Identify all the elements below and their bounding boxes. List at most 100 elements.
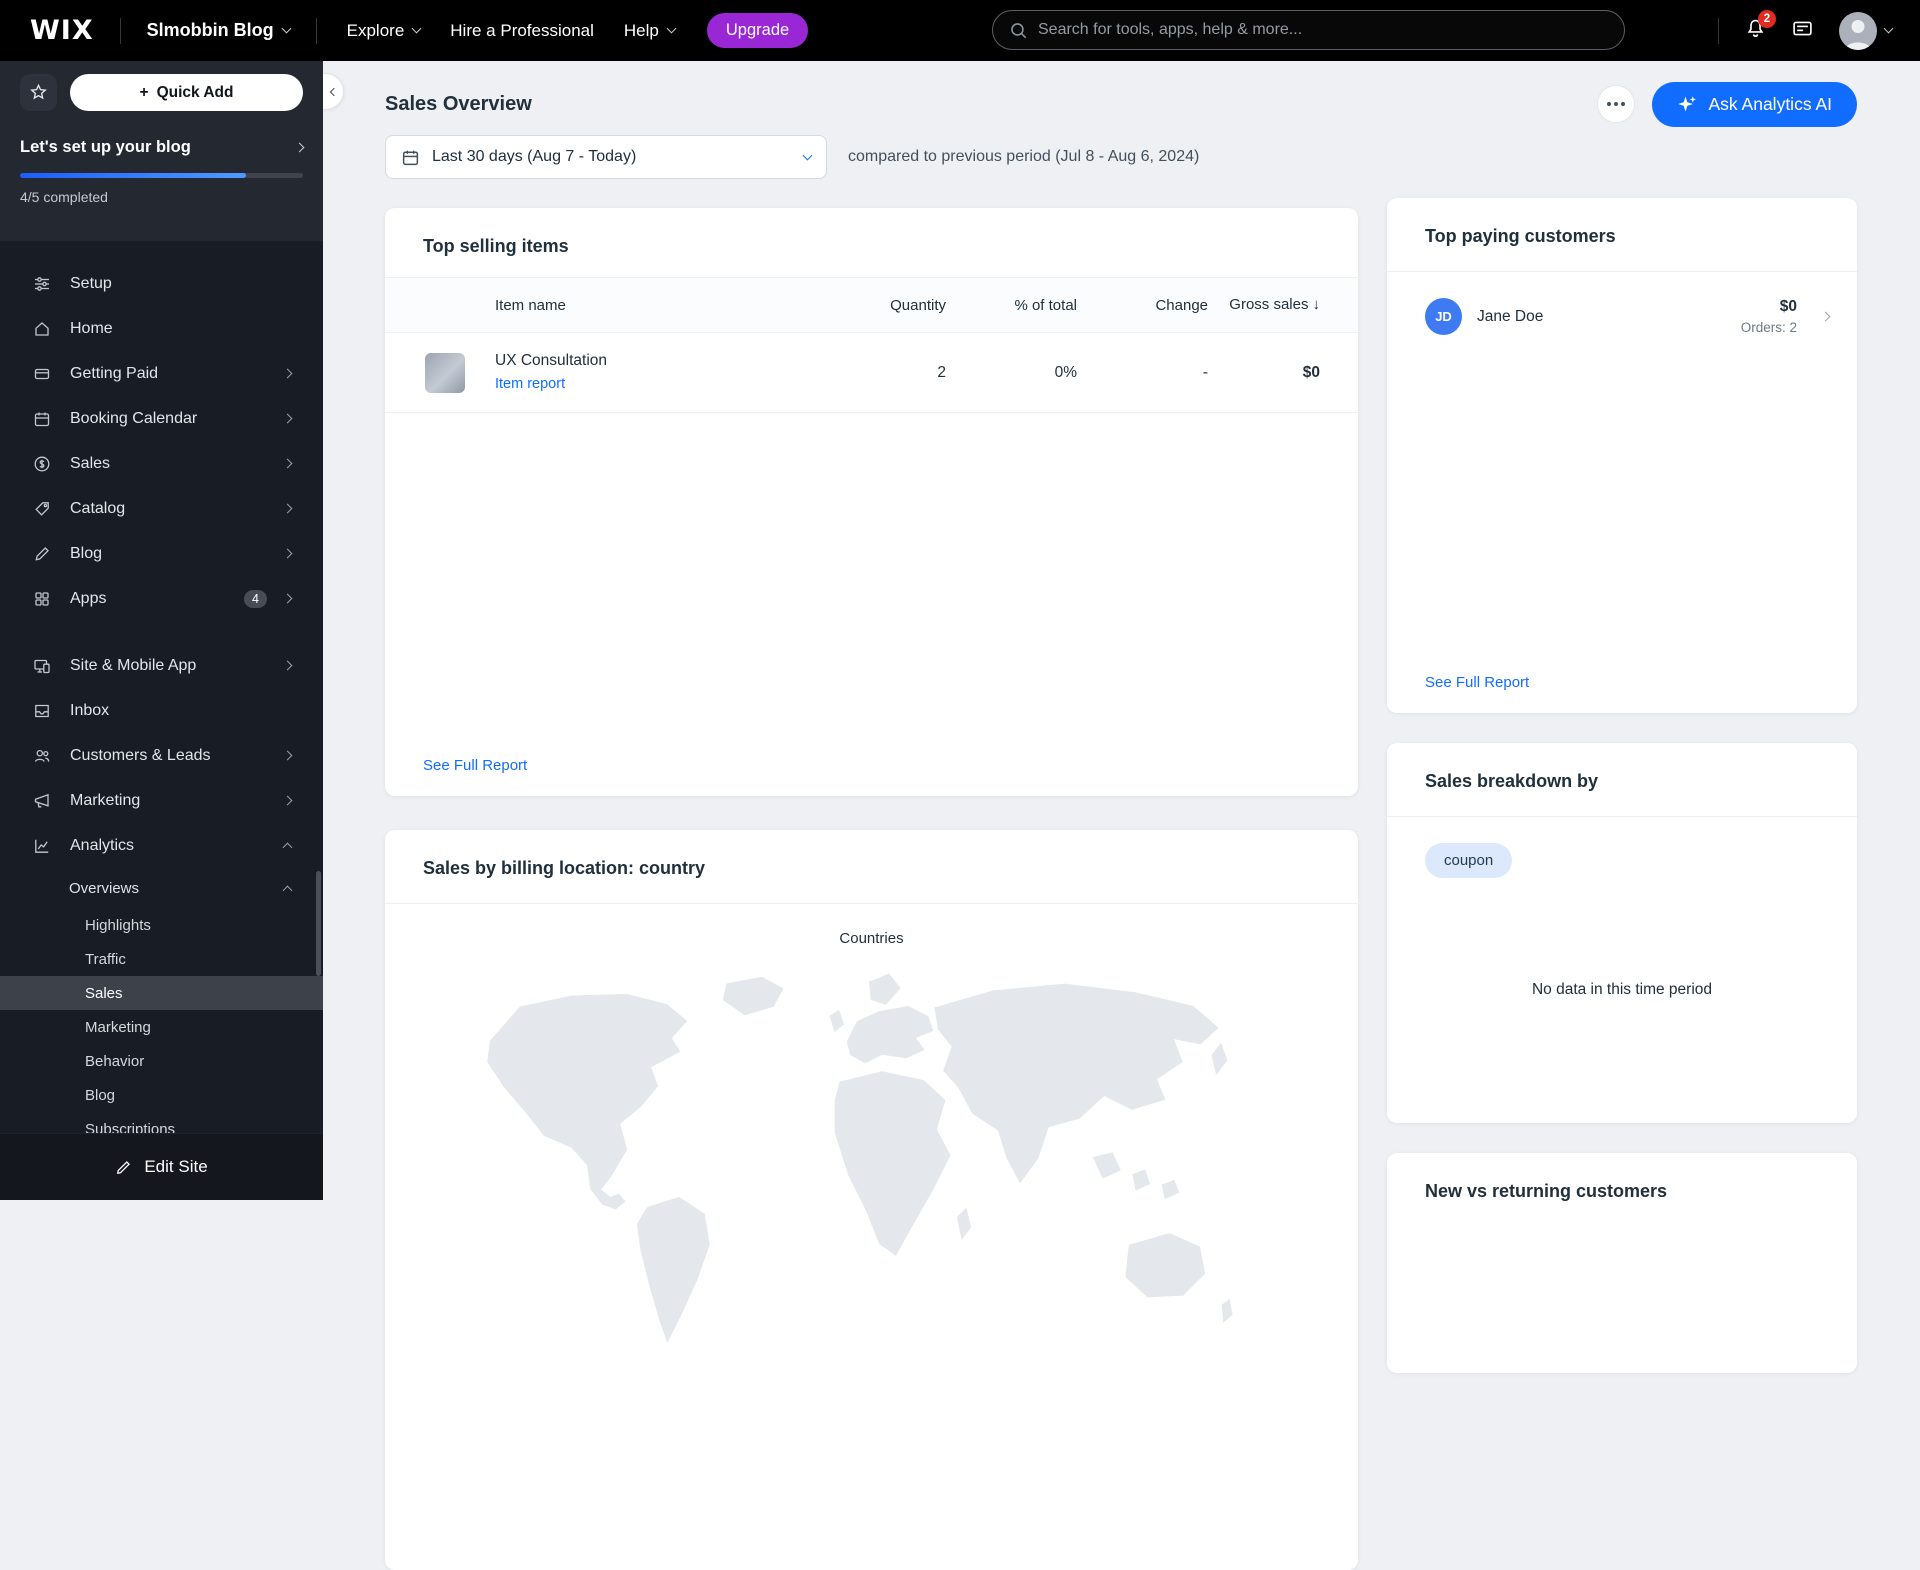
sidebar-item-customers-leads[interactable]: Customers & Leads xyxy=(0,733,323,778)
topbar-search[interactable] xyxy=(992,10,1625,50)
sidebar-item-sales-overview[interactable]: Sales xyxy=(0,976,323,1010)
page-header: Sales Overview Ask Analytics AI xyxy=(385,81,1857,127)
see-full-report-link[interactable]: See Full Report xyxy=(1425,674,1529,691)
gross-sales-value: $0 xyxy=(1208,363,1320,382)
chevron-up-icon xyxy=(283,843,293,853)
sidebar-item-marketing-overview[interactable]: Marketing xyxy=(0,1010,323,1044)
divider xyxy=(1718,18,1719,44)
avatar xyxy=(1839,12,1877,50)
ask-analytics-ai-button[interactable]: Ask Analytics AI xyxy=(1652,82,1857,127)
wix-logo[interactable]: WIX xyxy=(30,15,94,46)
quick-add-button[interactable]: + Quick Add xyxy=(70,74,303,111)
more-options-button[interactable] xyxy=(1597,85,1635,123)
customers-icon xyxy=(33,747,51,765)
search-icon xyxy=(1009,21,1028,40)
getting-paid-icon xyxy=(33,365,51,383)
nav-label: Explore xyxy=(347,21,405,41)
chevron-right-icon xyxy=(283,459,293,469)
new-vs-returning-customers-card: New vs returning customers xyxy=(1387,1153,1857,1373)
sidebar-item-label: Inbox xyxy=(70,702,109,720)
sidebar-item-apps[interactable]: Apps 4 xyxy=(0,576,323,621)
sidebar-item-highlights[interactable]: Highlights xyxy=(0,908,323,942)
sidebar-item-site-mobile-app[interactable]: Site & Mobile App xyxy=(0,643,323,688)
nav-hire-a-professional[interactable]: Hire a Professional xyxy=(450,21,594,41)
setup-banner[interactable]: Let's set up your blog xyxy=(20,138,303,157)
chevron-right-icon xyxy=(295,143,305,153)
setup-progress-bar xyxy=(20,173,303,178)
site-mobile-app-icon xyxy=(33,657,51,675)
search-input[interactable] xyxy=(1038,21,1608,39)
see-full-report-link[interactable]: See Full Report xyxy=(423,757,527,774)
favorites-button[interactable] xyxy=(20,74,57,111)
chevron-right-icon xyxy=(283,594,293,604)
customer-row[interactable]: JD Jane Doe $0 Orders: 2 xyxy=(1387,272,1857,335)
sidebar-item-setup[interactable]: Setup xyxy=(0,261,323,306)
world-map[interactable] xyxy=(442,959,1302,1389)
setup-icon xyxy=(33,275,51,293)
sidebar-setup-section: + Quick Add Let's set up your blog 4/5 c… xyxy=(0,61,323,241)
column-item-name[interactable]: Item name xyxy=(385,297,815,314)
sidebar-item-sales[interactable]: Sales xyxy=(0,441,323,486)
sidebar-item-behavior[interactable]: Behavior xyxy=(0,1044,323,1078)
column-change[interactable]: Change xyxy=(1077,297,1208,314)
star-icon xyxy=(29,83,48,102)
sort-descending-icon[interactable]: ↓ xyxy=(1313,296,1321,313)
home-icon xyxy=(33,320,51,338)
date-filter-row: Last 30 days (Aug 7 - Today) compared to… xyxy=(385,135,1199,179)
updates-icon xyxy=(1792,18,1813,39)
date-range-value: Last 30 days (Aug 7 - Today) xyxy=(432,148,636,166)
main-content: Sales Overview Ask Analytics AI Last xyxy=(323,61,1920,1200)
card-title: Sales by billing location: country xyxy=(385,830,1358,904)
setup-progress-label: 4/5 completed xyxy=(20,189,303,205)
sidebar-item-analytics[interactable]: Analytics xyxy=(0,823,323,868)
sidebar-item-traffic[interactable]: Traffic xyxy=(0,942,323,976)
sidebar-item-getting-paid[interactable]: Getting Paid xyxy=(0,351,323,396)
item-report-link[interactable]: Item report xyxy=(495,376,565,392)
pencil-icon xyxy=(115,1158,133,1176)
sidebar-item-catalog[interactable]: Catalog xyxy=(0,486,323,531)
date-range-select[interactable]: Last 30 days (Aug 7 - Today) xyxy=(385,135,827,179)
coupon-filter-chip[interactable]: coupon xyxy=(1425,843,1512,878)
sidebar-item-blog-overview[interactable]: Blog xyxy=(0,1078,323,1112)
chevron-right-icon xyxy=(283,414,293,424)
blog-icon xyxy=(33,545,51,563)
sidebar-item-marketing[interactable]: Marketing xyxy=(0,778,323,823)
sidebar-item-label: Booking Calendar xyxy=(70,410,197,428)
sidebar-item-inbox[interactable]: Inbox xyxy=(0,688,323,733)
notification-badge: 2 xyxy=(1758,10,1776,28)
sidebar-item-booking-calendar[interactable]: Booking Calendar xyxy=(0,396,323,441)
sidebar-item-subscriptions[interactable]: Subscriptions xyxy=(0,1112,323,1133)
column-gross-sales[interactable]: Gross sales↓ xyxy=(1208,296,1320,315)
sidebar-item-label: Sales xyxy=(70,455,110,473)
sidebar-item-overviews[interactable]: Overviews xyxy=(0,868,323,908)
catalog-icon xyxy=(33,500,51,518)
quick-add-label: Quick Add xyxy=(157,84,234,102)
table-header: Item name Quantity % of total Change Gro… xyxy=(385,277,1358,333)
column-quantity[interactable]: Quantity xyxy=(815,297,946,314)
notifications-button[interactable]: 2 xyxy=(1745,18,1766,44)
divider xyxy=(120,18,121,44)
upgrade-button[interactable]: Upgrade xyxy=(707,13,808,48)
customer-amount: $0 xyxy=(1741,298,1797,316)
sidebar-menu: Setup Home Getting Paid Booking Calendar xyxy=(0,261,323,1133)
setup-banner-title: Let's set up your blog xyxy=(20,138,191,157)
nav-explore[interactable]: Explore xyxy=(347,21,421,41)
inbox-icon xyxy=(33,702,51,720)
sidebar-item-blog[interactable]: Blog xyxy=(0,531,323,576)
chevron-right-icon xyxy=(1821,312,1831,322)
map-legend-label: Countries xyxy=(385,930,1358,947)
sidebar-item-home[interactable]: Home xyxy=(0,306,323,351)
nav-help[interactable]: Help xyxy=(624,21,675,41)
menu-group-gap xyxy=(0,621,323,643)
chevron-down-icon xyxy=(666,24,676,34)
sidebar-item-label: Customers & Leads xyxy=(70,747,211,765)
chevron-down-icon xyxy=(412,24,422,34)
updates-button[interactable] xyxy=(1792,18,1813,44)
site-menu[interactable]: Slmobbin Blog xyxy=(147,20,290,41)
apps-icon xyxy=(33,590,51,608)
account-menu[interactable] xyxy=(1839,12,1892,50)
map-regions xyxy=(486,973,1232,1345)
column-percent-of-total[interactable]: % of total xyxy=(946,297,1077,314)
edit-site-button[interactable]: Edit Site xyxy=(0,1133,323,1200)
sidebar-scrollbar[interactable] xyxy=(316,871,321,976)
